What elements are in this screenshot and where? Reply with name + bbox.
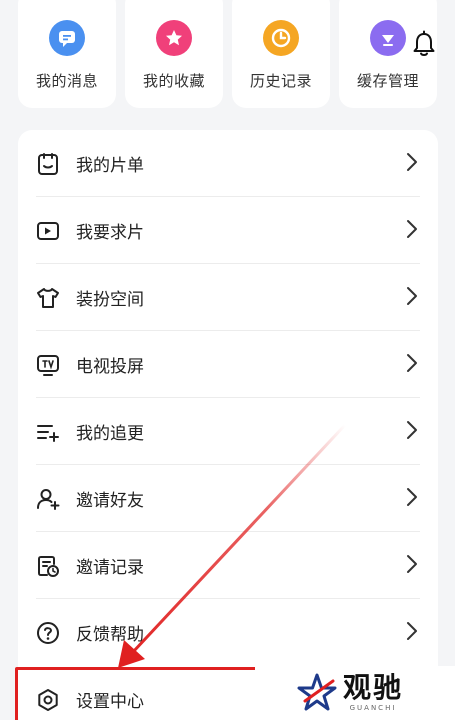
menu-item-dressup-space[interactable]: 装扮空间 bbox=[18, 264, 438, 331]
add-user-icon bbox=[34, 485, 62, 513]
quick-tiles: 我的消息 我的收藏 历史记录 缓存管理 bbox=[18, 0, 448, 108]
menu-item-invite-records[interactable]: 邀请记录 bbox=[18, 532, 438, 599]
menu-item-playlist[interactable]: 我的片单 bbox=[18, 130, 438, 197]
star-logo-icon bbox=[297, 673, 337, 711]
tile-label: 我的收藏 bbox=[142, 72, 205, 90]
tile-label: 历史记录 bbox=[249, 72, 312, 90]
chevron-right-icon bbox=[407, 421, 417, 439]
menu-item-label: 我的追更 bbox=[76, 424, 144, 444]
tile-label: 我的消息 bbox=[35, 72, 98, 90]
chevron-right-icon bbox=[407, 354, 417, 372]
tile-label: 缓存管理 bbox=[356, 72, 419, 90]
menu-item-label: 电视投屏 bbox=[76, 357, 144, 377]
tile-my-favorites[interactable]: 我的收藏 bbox=[125, 0, 223, 108]
star-icon bbox=[156, 20, 192, 56]
help-icon bbox=[34, 619, 62, 647]
chevron-right-icon bbox=[407, 488, 417, 506]
menu-item-label: 反馈帮助 bbox=[76, 625, 144, 645]
chevron-right-icon bbox=[407, 287, 417, 305]
profile-page: 我的消息 我的收藏 历史记录 缓存管理 我的片单 我要求片 装扮空间 电视投屏 … bbox=[0, 0, 455, 720]
menu-item-invite-friends[interactable]: 邀请好友 bbox=[18, 465, 438, 532]
watermark-text: 观驰 bbox=[343, 671, 404, 704]
menu-item-feedback-help[interactable]: 反馈帮助 bbox=[18, 599, 438, 666]
clock-icon bbox=[263, 20, 299, 56]
tile-history[interactable]: 历史记录 bbox=[232, 0, 330, 108]
chevron-right-icon bbox=[407, 622, 417, 640]
chevron-right-icon bbox=[407, 153, 417, 171]
download-icon bbox=[370, 20, 406, 56]
bell-icon[interactable] bbox=[410, 30, 438, 58]
follow-list-icon bbox=[34, 418, 62, 446]
tile-my-messages[interactable]: 我的消息 bbox=[18, 0, 116, 108]
message-icon bbox=[49, 20, 85, 56]
playlist-icon bbox=[34, 150, 62, 178]
menu-item-request-video[interactable]: 我要求片 bbox=[18, 197, 438, 264]
menu-item-follow-updates[interactable]: 我的追更 bbox=[18, 398, 438, 465]
chevron-right-icon bbox=[407, 555, 417, 573]
request-video-icon bbox=[34, 217, 62, 245]
menu-item-label: 我要求片 bbox=[76, 223, 144, 243]
tshirt-icon bbox=[34, 284, 62, 312]
menu-item-label: 我的片单 bbox=[76, 156, 144, 176]
menu-item-tv-cast[interactable]: 电视投屏 bbox=[18, 331, 438, 398]
tv-cast-icon bbox=[34, 351, 62, 379]
invite-record-icon bbox=[34, 552, 62, 580]
menu-item-label: 邀请记录 bbox=[76, 558, 144, 578]
menu-card: 我的片单 我要求片 装扮空间 电视投屏 我的追更 邀请好友 邀请记录 反馈帮助 … bbox=[18, 130, 438, 720]
watermark-subtext: GUANCHI bbox=[349, 704, 397, 712]
menu-item-label: 装扮空间 bbox=[76, 290, 144, 310]
menu-item-label: 邀请好友 bbox=[76, 491, 144, 511]
watermark: 观驰 GUANCHI bbox=[255, 666, 455, 720]
chevron-right-icon bbox=[407, 220, 417, 238]
